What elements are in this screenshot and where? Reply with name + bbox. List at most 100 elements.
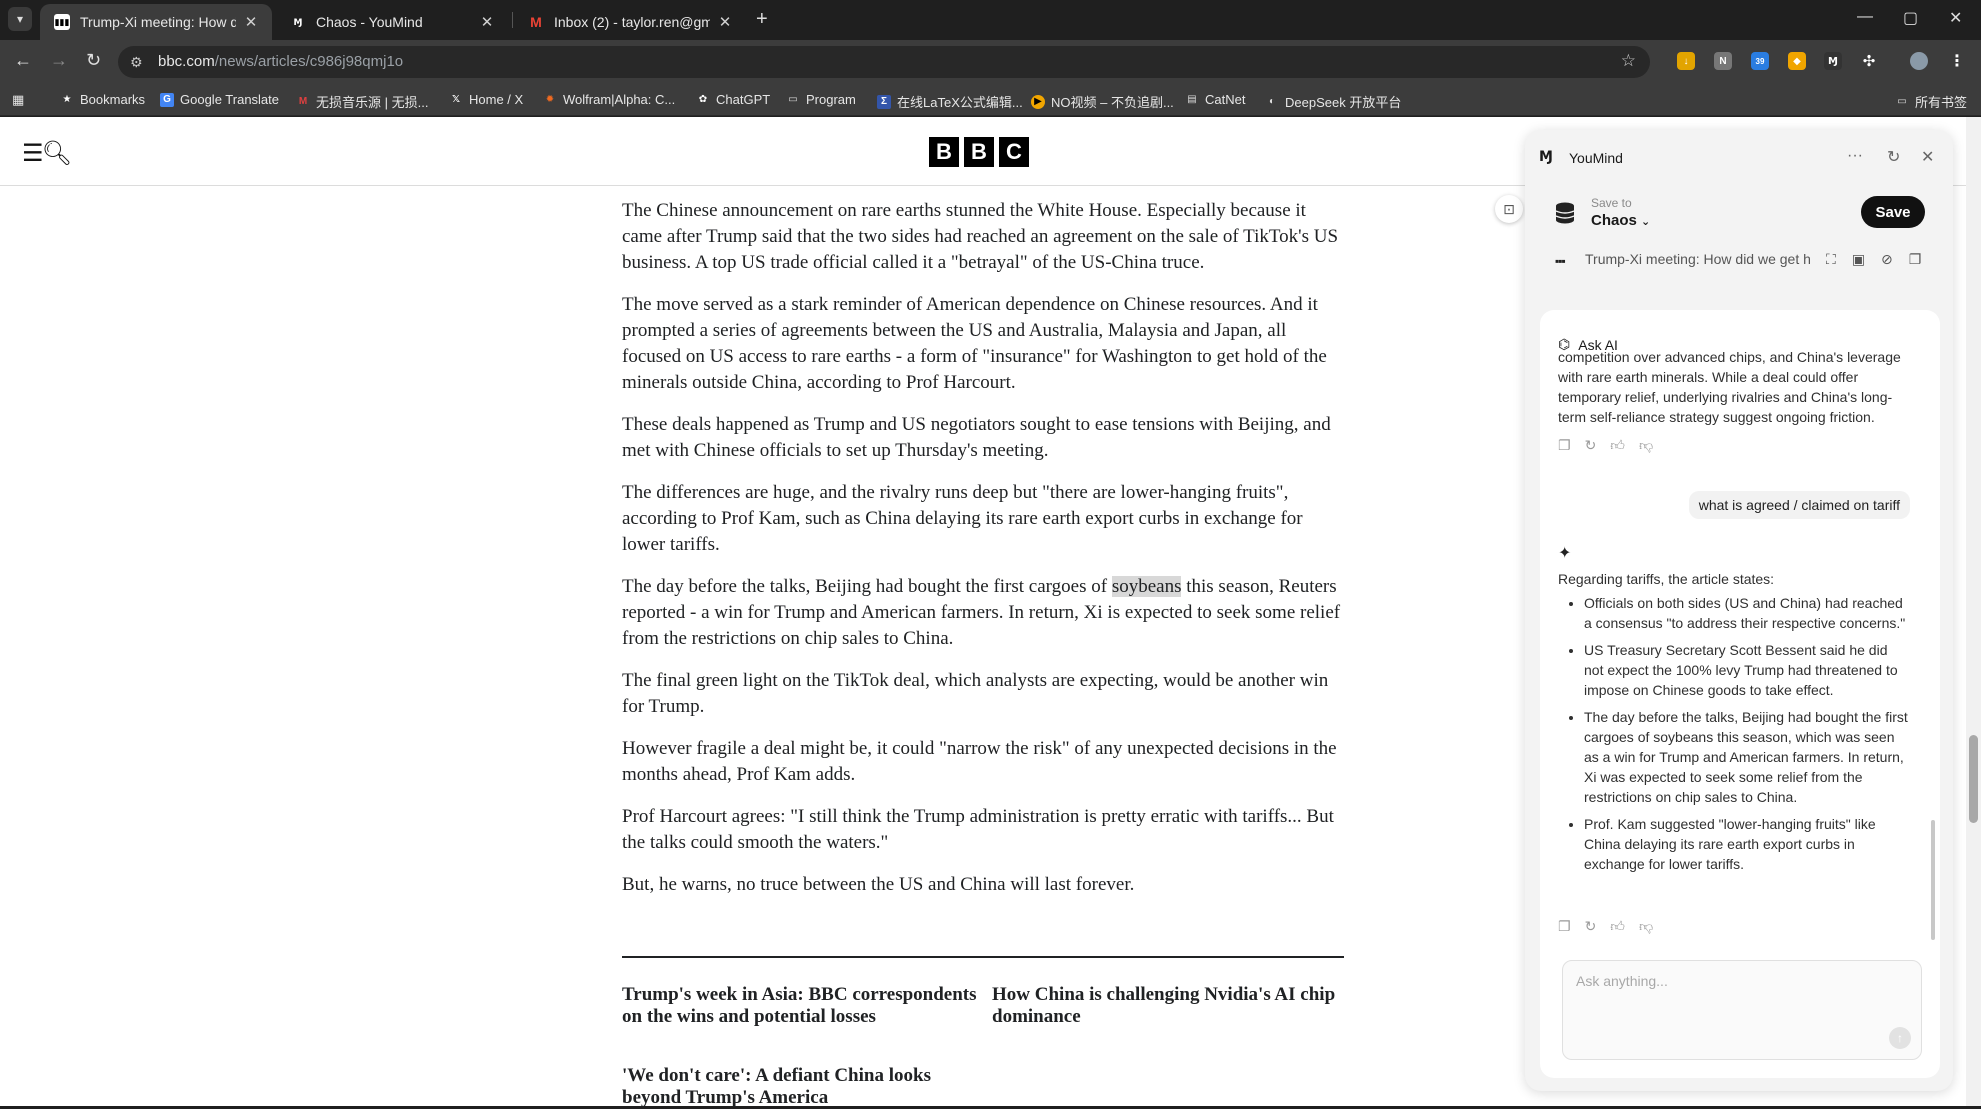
tab-separator [512, 12, 513, 28]
paragraph-text: The day before the talks, Beijing had bo… [622, 576, 1112, 597]
bookmark-home-x[interactable]: 𝕏 Home / X [449, 92, 523, 107]
bookmark-google-translate[interactable]: G Google Translate [160, 92, 279, 107]
extension-download-icon[interactable]: ↓ [1677, 52, 1695, 70]
profile-avatar[interactable] [1910, 52, 1928, 70]
bbc-logo[interactable]: B B C [929, 137, 1029, 167]
close-tab-icon[interactable]: ✕ [478, 13, 496, 31]
new-tab-button[interactable]: + [756, 9, 768, 29]
bookmark-latex[interactable]: Σ 在线LaTeX公式编辑... [877, 92, 1023, 111]
chatgpt-icon: ✿ [698, 94, 708, 105]
bbc-source-icon: ▪▪▪ [1555, 254, 1566, 268]
music-icon: M [298, 96, 308, 107]
copy-icon[interactable]: ❐ [1909, 251, 1922, 268]
screenshot-icon[interactable]: ⛶ [1826, 251, 1836, 268]
folder-icon: ▭ [1897, 96, 1907, 107]
thumbs-down-icon[interactable]: 👎︎ [1639, 437, 1653, 454]
site-info-icon[interactable]: ⚙ [130, 54, 143, 71]
tab-gmail[interactable]: M Inbox (2) - taylor.ren@gmail. ✕ [514, 4, 746, 40]
maximize-icon[interactable]: ▢ [1903, 8, 1918, 28]
forward-icon[interactable]: → [50, 50, 68, 71]
article-paragraph: However fragile a deal might be, it coul… [622, 738, 1337, 785]
ai-chat-icon: ⌬ [1558, 336, 1571, 352]
thumbs-up-icon[interactable]: 👍︎ [1610, 918, 1625, 935]
regenerate-icon[interactable]: ↻ [1585, 437, 1597, 454]
bbc-logo-letter: B [964, 137, 994, 167]
message-actions: ❐ ↻ 👍︎ 👎︎ [1558, 918, 1653, 935]
ask-input[interactable]: Ask anything... ↑ [1562, 960, 1922, 1060]
bookmark-deepseek[interactable]: ◐ DeepSeek 开放平台 [1265, 92, 1401, 111]
answer-point: US Treasury Secretary Scott Bessent said… [1584, 640, 1908, 700]
back-icon[interactable]: ← [14, 50, 32, 71]
tab-youmind[interactable]: Ɱ Chaos - YouMind ✕ [276, 4, 508, 40]
tab-search-button[interactable]: ▾ [8, 7, 32, 31]
url-path: /news/articles/c986j98qmj1o [214, 53, 404, 70]
window-close-icon[interactable]: ✕ [1949, 8, 1962, 28]
related-link[interactable]: How China is challenging Nvidia's AI chi… [992, 984, 1348, 1028]
refresh-icon[interactable]: ↻ [1887, 147, 1900, 167]
extension-badge-icon[interactable]: 39 [1751, 52, 1769, 70]
bookmark-video[interactable]: ▶ NO视频 – 不负追剧... [1031, 92, 1174, 111]
bookmark-wolfram[interactable]: ✹ Wolfram|Alpha: C... [543, 92, 675, 107]
gmail-favicon: M [530, 14, 542, 30]
extension-grid-icon[interactable]: ◆ [1788, 52, 1806, 70]
hide-icon[interactable]: ⊘ [1881, 251, 1893, 268]
bookmark-label: Google Translate [180, 92, 280, 107]
latex-icon: Σ [877, 94, 891, 109]
address-bar[interactable]: ⚙ bbc.com/news/articles/c986j98qmj1o ☆ [118, 46, 1650, 78]
bookmark-label: CatNet [1205, 92, 1246, 107]
close-panel-icon[interactable]: ✕ [1921, 147, 1934, 167]
article-paragraph: The move served as a stark reminder of A… [622, 294, 1327, 393]
star-icon: ★ [62, 94, 72, 105]
tab-title: Trump-Xi meeting: How did [80, 14, 236, 30]
tab-bbc-article[interactable]: ▮▮▮ Trump-Xi meeting: How did ✕ [40, 4, 272, 40]
more-menu-icon[interactable]: ⋮ [1948, 52, 1966, 70]
related-link[interactable]: 'We don't care': A defiant China looks b… [622, 1065, 962, 1109]
save-to-selector[interactable]: Chaos ⌄ [1591, 212, 1650, 229]
copy-icon[interactable]: ❐ [1558, 437, 1571, 454]
message-actions: ❐ ↻ 👍︎ 👎︎ [1558, 437, 1653, 454]
apps-grid-icon[interactable]: ▦ [12, 92, 24, 108]
extension-youmind-icon[interactable]: Ɱ [1824, 52, 1842, 70]
regenerate-icon[interactable]: ↻ [1585, 918, 1597, 935]
youmind-floating-icon[interactable]: ⊡ [1495, 195, 1523, 223]
ask-ai-header: ⌬ Ask AI [1558, 336, 1618, 353]
sparkle-icon: ✦ [1558, 545, 1572, 562]
bookmark-label: Program [806, 92, 856, 107]
bbc-logo-letter: B [929, 137, 959, 167]
chat-scrollbar[interactable] [1931, 820, 1935, 940]
reload-icon[interactable]: ↻ [86, 50, 101, 71]
tab-strip: ▾ ▮▮▮ Trump-Xi meeting: How did ✕ Ɱ Chao… [0, 0, 1981, 40]
bookmark-label: Bookmarks [80, 92, 146, 107]
page-scrollbar-thumb[interactable] [1969, 735, 1978, 823]
image-icon[interactable]: ▣ [1852, 251, 1865, 268]
extensions-puzzle-icon[interactable]: ✣ [1860, 52, 1878, 70]
bookmark-music[interactable]: M 无损音乐源 | 无损... [296, 92, 429, 111]
more-options-icon[interactable]: ··· [1847, 147, 1863, 165]
answer-point: Officials on both sides (US and China) h… [1584, 593, 1908, 633]
bookmark-chatgpt[interactable]: ✿ ChatGPT [696, 92, 770, 107]
related-link[interactable]: Trump's week in Asia: BBC correspondents… [622, 984, 978, 1028]
save-button[interactable]: Save [1861, 196, 1925, 228]
bookmark-catnet[interactable]: ▤ CatNet [1185, 92, 1245, 107]
bookmark-program[interactable]: ▭ Program [786, 92, 856, 107]
copy-icon[interactable]: ❐ [1558, 918, 1571, 935]
minimize-icon[interactable]: — [1857, 8, 1873, 26]
page-scrollbar[interactable] [1966, 117, 1981, 1106]
x-icon: 𝕏 [451, 94, 461, 105]
close-tab-icon[interactable]: ✕ [716, 13, 734, 31]
extension-notion-icon[interactable]: N [1714, 52, 1732, 70]
answer-list: Officials on both sides (US and China) h… [1558, 593, 1908, 881]
send-button[interactable]: ↑ [1889, 1027, 1911, 1049]
url-text[interactable]: bbc.com/news/articles/c986j98qmj1o [158, 53, 403, 70]
highlighted-word[interactable]: soybeans [1111, 576, 1182, 597]
bookmark-bookmarks[interactable]: ★ Bookmarks [60, 92, 146, 107]
bookmark-star-icon[interactable]: ☆ [1621, 51, 1636, 71]
close-tab-icon[interactable]: ✕ [242, 13, 260, 31]
menu-search-icon[interactable]: ☰🔍︎ [22, 139, 72, 168]
thumbs-down-icon[interactable]: 👎︎ [1639, 918, 1653, 935]
bookmark-all-bookmarks[interactable]: ▭ 所有书签 [1895, 92, 1967, 111]
thumbs-up-icon[interactable]: 👍︎ [1610, 437, 1625, 454]
source-title: Trump-Xi meeting: How did we get h [1585, 251, 1810, 267]
article-paragraph: The Chinese announcement on rare earths … [622, 200, 1339, 273]
answer-point: Prof. Kam suggested "lower-hanging fruit… [1584, 814, 1908, 874]
